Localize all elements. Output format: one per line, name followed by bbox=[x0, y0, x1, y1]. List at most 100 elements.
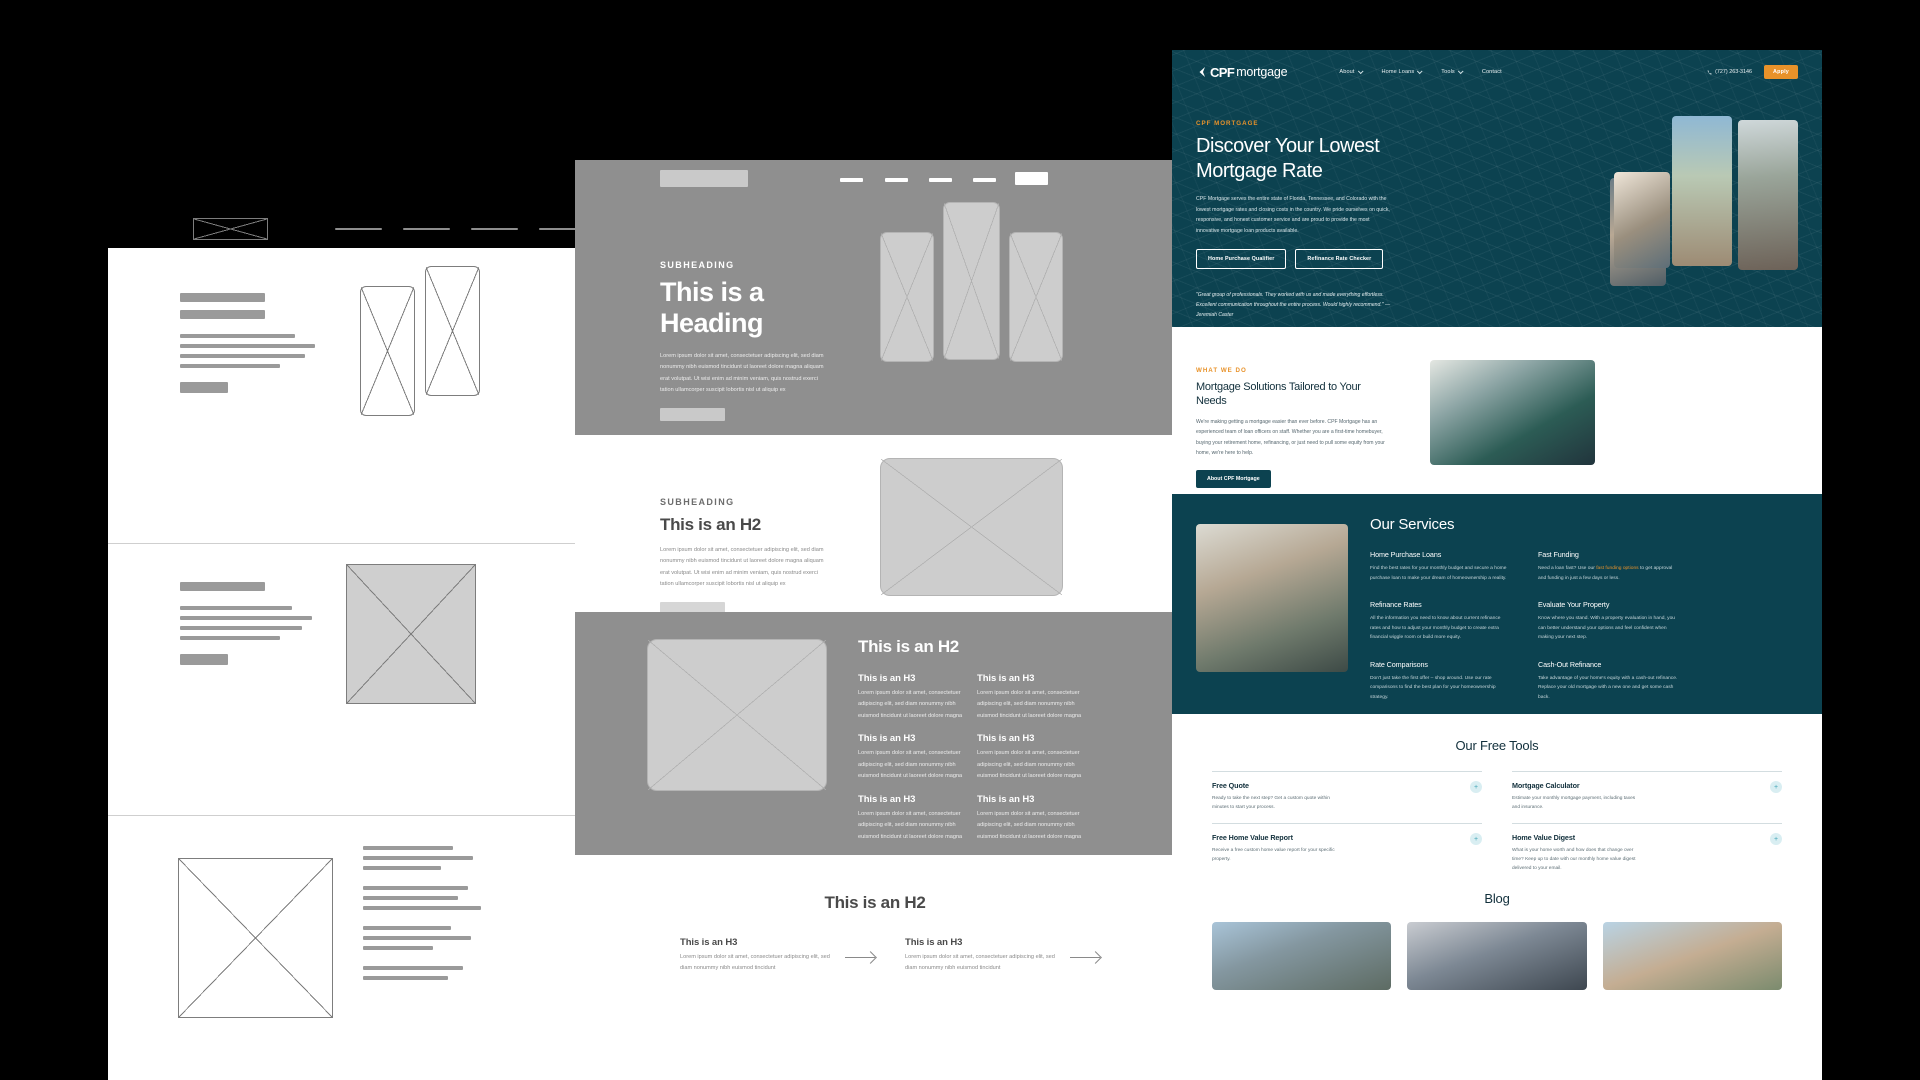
blog-section: Blog bbox=[1172, 877, 1822, 990]
hero-testimonial: "Great group of professionals. They work… bbox=[1196, 292, 1391, 318]
about-body: We're making getting a mortgage easier t… bbox=[1196, 419, 1385, 456]
nav-item-placeholder[interactable] bbox=[973, 178, 996, 182]
cta-button-placeholder[interactable] bbox=[1015, 172, 1048, 185]
service-title: Refinance Rates bbox=[1370, 600, 1422, 610]
text-line bbox=[180, 606, 292, 610]
text-line bbox=[363, 856, 473, 860]
refinance-rate-checker-button[interactable]: Refinance Rate Checker bbox=[1295, 249, 1384, 269]
nav-line bbox=[471, 228, 518, 230]
chevron-down-icon bbox=[1417, 68, 1423, 75]
wireframe-subheading: SUBHEADING bbox=[660, 497, 735, 507]
about-photo-loan-officers bbox=[1430, 360, 1595, 465]
wireframe-card: This is an H3 Lorem ipsum dolor sit amet,… bbox=[977, 673, 1082, 722]
wireframe-mid-hero: SUBHEADING This is a Heading Lorem ipsum… bbox=[575, 160, 1175, 435]
phone-link[interactable]: (727) 263-3146 bbox=[1707, 69, 1752, 75]
service-body: Find the best rates for your monthly bud… bbox=[1370, 566, 1507, 581]
plus-circle-icon[interactable]: + bbox=[1770, 833, 1782, 846]
nav-link-label: About bbox=[1339, 69, 1355, 75]
text-line bbox=[363, 926, 451, 930]
site-mockup-panel: CPF mortgage About Home Loans Tools Contact… bbox=[1172, 50, 1822, 1080]
tool-body: Estimate your monthly mortgage payment, … bbox=[1512, 796, 1636, 811]
hero-photo-family bbox=[1614, 172, 1670, 268]
logo-word-text: mortgage bbox=[1236, 65, 1288, 79]
fast-funding-options-link[interactable]: fast funding options bbox=[1596, 566, 1638, 571]
nav-link-home-loans[interactable]: Home Loans bbox=[1381, 68, 1423, 75]
tool-card[interactable]: Mortgage Calculator Estimate your monthly… bbox=[1512, 771, 1782, 823]
text-line bbox=[363, 936, 471, 940]
hero-heading: Discover Your Lowest Mortgage Rate bbox=[1196, 135, 1380, 183]
service-item: Rate Comparisons Don't just take the firs… bbox=[1370, 660, 1510, 703]
plus-circle-icon[interactable]: + bbox=[1770, 781, 1782, 793]
nav-link-label: Home Loans bbox=[1381, 69, 1415, 75]
wireframe-card-heading: This is an H3 bbox=[858, 673, 916, 684]
wireframe-card: This is an H3 Lorem ipsum dolor sit amet,… bbox=[858, 673, 963, 722]
wireframe-card: This is an H3 Lorem ipsum dolor sit amet,… bbox=[905, 937, 1100, 975]
arrow-right-icon[interactable] bbox=[1070, 951, 1100, 963]
tool-card[interactable]: Free Home Value Report Receive a free cus… bbox=[1212, 823, 1482, 884]
tool-card[interactable]: Home Value Digest What is your home worth… bbox=[1512, 823, 1782, 884]
wireframe-card: This is an H3 Lorem ipsum dolor sit amet,… bbox=[680, 937, 875, 975]
service-title: Home Purchase Loans bbox=[1370, 550, 1442, 559]
placeholder-logo-box bbox=[193, 218, 268, 240]
tools-section: Our Free Tools Free Quote Ready to take t… bbox=[1172, 714, 1822, 877]
wireframe-mid-section-2: SUBHEADING This is an H2 Lorem ipsum dol… bbox=[575, 435, 1175, 614]
nav-link-about[interactable]: About bbox=[1339, 68, 1364, 75]
nav-links: About Home Loans Tools Contact bbox=[1339, 68, 1502, 75]
nav-link-label: Contact bbox=[1481, 69, 1502, 75]
wireframe-card: This is an H3 Lorem ipsum dolor sit amet,… bbox=[977, 733, 1082, 782]
hero-copy: CPF MORTGAGE Discover Your Lowest Mortga… bbox=[1196, 120, 1406, 327]
tool-card[interactable]: Free Quote Ready to take the next step? G… bbox=[1212, 771, 1482, 823]
tool-body: Receive a free custom home value report … bbox=[1212, 848, 1335, 863]
nav-link-tools[interactable]: Tools bbox=[1441, 68, 1464, 75]
blog-card-team[interactable] bbox=[1407, 922, 1587, 990]
wireframe-card-body: Lorem ipsum dolor sit amet, consectetuer… bbox=[858, 810, 963, 840]
wireframe-mid-section-4: This is an H2 This is an H3 Lorem ipsum d… bbox=[575, 855, 1175, 1080]
hero-section: CPF mortgage About Home Loans Tools Contact… bbox=[1172, 50, 1822, 327]
nav-item-placeholder[interactable] bbox=[840, 178, 863, 182]
service-item: Home Purchase Loans Find the best rates f… bbox=[1370, 550, 1510, 583]
arrow-right-icon[interactable] bbox=[845, 951, 875, 963]
hero-eyebrow: CPF MORTGAGE bbox=[1196, 120, 1259, 127]
wireframe-card-body: Lorem ipsum dolor sit amet, consectetuer… bbox=[977, 690, 1082, 719]
image-placeholder bbox=[880, 458, 1063, 596]
blog-card-house[interactable] bbox=[1212, 922, 1392, 990]
tool-title: Free Home Value Report bbox=[1212, 833, 1293, 843]
logo-mark-text: CPF bbox=[1210, 64, 1235, 80]
plus-circle-icon[interactable]: + bbox=[1470, 781, 1482, 793]
wireframe-card: This is an H3 Lorem ipsum dolor sit amet,… bbox=[858, 733, 963, 782]
about-section: WHAT WE DO Mortgage Solutions Tailored t… bbox=[1172, 327, 1822, 494]
service-body: All the information you need to know abo… bbox=[1370, 616, 1501, 641]
phone-number: (727) 263-3146 bbox=[1715, 69, 1753, 75]
blog-card-neighborhood[interactable] bbox=[1602, 922, 1782, 990]
text-line bbox=[363, 946, 433, 950]
wireframe-heading: This is an H2 bbox=[824, 893, 926, 912]
wireframe-card: This is an H3 Lorem ipsum dolor sit amet,… bbox=[858, 794, 963, 843]
site-logo[interactable]: CPF mortgage bbox=[1196, 64, 1288, 80]
nav-link-label: Tools bbox=[1441, 69, 1455, 75]
home-purchase-qualifier-button[interactable]: Home Purchase Qualifier bbox=[1196, 249, 1287, 269]
nav-item-placeholder[interactable] bbox=[929, 178, 952, 182]
logo-placeholder bbox=[660, 170, 748, 187]
about-cpf-mortgage-button[interactable]: About CPF Mortgage bbox=[1196, 469, 1271, 488]
image-placeholder bbox=[943, 202, 1000, 360]
wireframe-card-heading: This is an H3 bbox=[905, 937, 963, 948]
plus-circle-icon[interactable]: + bbox=[1470, 833, 1482, 846]
wireframe-subheading: SUBHEADING bbox=[660, 260, 735, 270]
wireframe-panel-middle: SUBHEADING This is a Heading Lorem ipsum… bbox=[575, 160, 1175, 1080]
hero-photo-moving bbox=[1738, 120, 1798, 270]
nav-link-contact[interactable]: Contact bbox=[1482, 69, 1502, 75]
services-photo-living-room bbox=[1196, 524, 1348, 672]
apply-button[interactable]: Apply bbox=[1764, 65, 1798, 79]
about-heading: Mortgage Solutions Tailored to Your Need… bbox=[1196, 381, 1361, 408]
blog-card-row bbox=[1212, 922, 1782, 990]
text-line bbox=[363, 866, 441, 870]
text-line bbox=[180, 364, 280, 368]
wireframe-card-heading: This is an H3 bbox=[858, 733, 916, 745]
nav-item-placeholder[interactable] bbox=[885, 178, 908, 182]
service-item: Refinance Rates All the information you n… bbox=[1370, 600, 1510, 643]
hero-photo-house bbox=[1672, 116, 1732, 266]
button-placeholder bbox=[180, 382, 228, 393]
button-placeholder[interactable] bbox=[660, 408, 725, 422]
service-item: Cash-Out Refinance Take advantage of your… bbox=[1538, 660, 1678, 703]
text-line bbox=[180, 626, 302, 630]
